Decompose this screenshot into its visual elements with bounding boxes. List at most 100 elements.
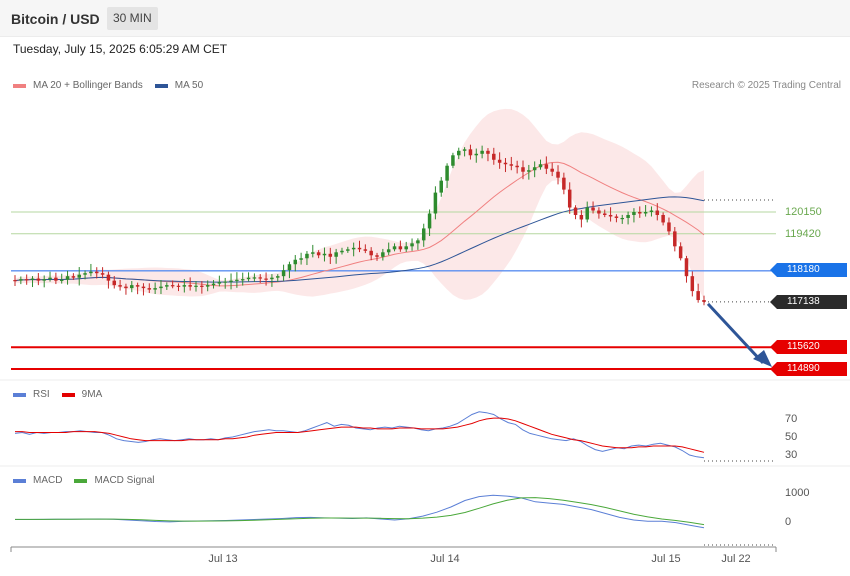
candle [421, 228, 426, 241]
candle [182, 285, 187, 287]
candle [369, 250, 373, 256]
candle [474, 153, 479, 156]
candle [702, 300, 706, 302]
tag-arrow-icon [770, 362, 777, 376]
rsi-line [14, 411, 705, 459]
candle [48, 277, 52, 280]
candle [667, 222, 671, 232]
candle [386, 249, 391, 253]
candle [205, 285, 210, 287]
candle [410, 243, 414, 247]
pivot-price-tag: 118180 [770, 263, 847, 277]
tag-arrow-icon [770, 295, 777, 309]
candle [54, 277, 58, 281]
candle [375, 255, 379, 257]
candle [585, 207, 589, 220]
macd-signal-legend-label: MACD Signal [94, 475, 155, 486]
candle [159, 286, 163, 289]
candle [643, 212, 648, 214]
forecast-arrow [706, 302, 765, 365]
current-price-tag: 117138 [770, 295, 847, 309]
candle [112, 280, 117, 286]
candle [106, 274, 111, 281]
candle [486, 150, 490, 154]
candle [118, 285, 122, 287]
candle [427, 213, 432, 229]
rsi-legend: RSI 9MA [13, 389, 114, 400]
candle [328, 253, 333, 257]
candle [550, 168, 554, 172]
candle [311, 252, 315, 254]
rsi-legend-label: RSI [33, 389, 50, 400]
candle [515, 165, 519, 168]
support-value: 115620 [787, 341, 820, 352]
candle [357, 247, 362, 250]
candle [165, 285, 169, 287]
pivot-value: 118180 [787, 264, 820, 275]
resistance-level-label: 120150 [785, 206, 822, 218]
candle [638, 212, 642, 214]
candle [19, 279, 23, 281]
candle [381, 252, 385, 257]
candle [94, 271, 99, 274]
rsi-ma-swatch [61, 392, 75, 397]
candle [281, 270, 286, 277]
candle [433, 192, 438, 214]
macd-legend: MACD MACD Signal [13, 475, 166, 486]
candle [416, 240, 420, 244]
x-axis-label: Jul 22 [721, 553, 751, 565]
rsi-ma-line [15, 417, 705, 453]
candle [100, 273, 105, 275]
candle [270, 277, 274, 280]
candle [77, 274, 81, 278]
candle [439, 180, 443, 193]
candle [287, 264, 292, 271]
candle [556, 171, 560, 178]
candle [24, 279, 29, 281]
candle [567, 189, 572, 208]
candle [573, 207, 578, 215]
candle [334, 252, 338, 257]
macd-signal-line [15, 497, 705, 526]
candle [602, 213, 607, 215]
candle [626, 214, 630, 218]
candle [562, 177, 566, 190]
candle [468, 149, 473, 156]
candle [649, 210, 654, 212]
x-axis-label: Jul 14 [430, 553, 460, 565]
candle [13, 280, 17, 282]
candle [503, 162, 508, 165]
candle [492, 153, 496, 160]
candle [532, 167, 537, 171]
macd-tick-label: 0 [785, 516, 792, 528]
price-chart[interactable] [0, 0, 850, 576]
candle [217, 282, 222, 284]
x-axis-label: Jul 13 [208, 553, 238, 565]
candle [188, 285, 192, 287]
candle [392, 246, 397, 250]
candle [527, 170, 531, 172]
candle [71, 276, 76, 278]
candle [65, 276, 70, 280]
candle [538, 164, 543, 168]
candle [351, 247, 356, 250]
candle [147, 288, 152, 290]
candle [305, 253, 309, 259]
candle [363, 249, 368, 251]
rsi-swatch [13, 392, 26, 397]
candle [258, 277, 262, 279]
rsi-tick-label: 30 [785, 449, 798, 461]
candle [404, 246, 408, 250]
candle [521, 167, 525, 172]
candle [608, 214, 613, 217]
support-price-tag: 115620 [770, 340, 847, 354]
candle [246, 277, 251, 280]
rsi-tick-label: 50 [785, 431, 798, 443]
resistance-level-label: 119420 [785, 228, 821, 240]
candle [462, 149, 467, 151]
candle [673, 231, 677, 247]
candle [89, 271, 93, 274]
support-price-tag: 114890 [770, 362, 847, 376]
candle [655, 210, 660, 215]
macd-legend-label: MACD [33, 475, 63, 486]
